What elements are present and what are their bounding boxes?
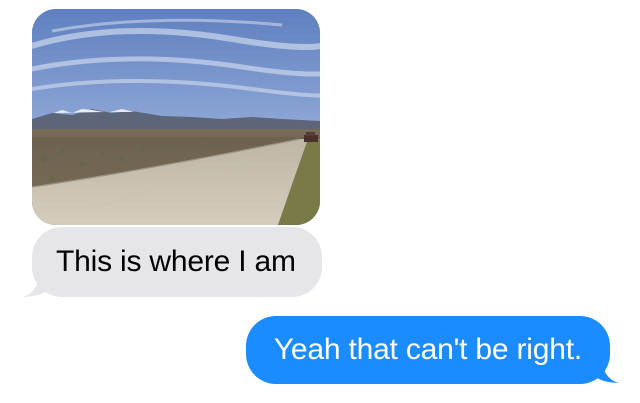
photo-message[interactable] <box>32 9 320 225</box>
received-message-text: This is where I am <box>56 245 296 278</box>
road-landscape-photo <box>32 9 320 225</box>
received-bubble-tail <box>22 266 48 297</box>
sent-message-text: Yeah that can't be right. <box>273 333 582 366</box>
sent-message-bubble[interactable]: Yeah that can't be right. <box>245 316 610 384</box>
sent-bubble-tail <box>593 352 619 383</box>
received-message-bubble[interactable]: This is where I am <box>32 227 322 297</box>
